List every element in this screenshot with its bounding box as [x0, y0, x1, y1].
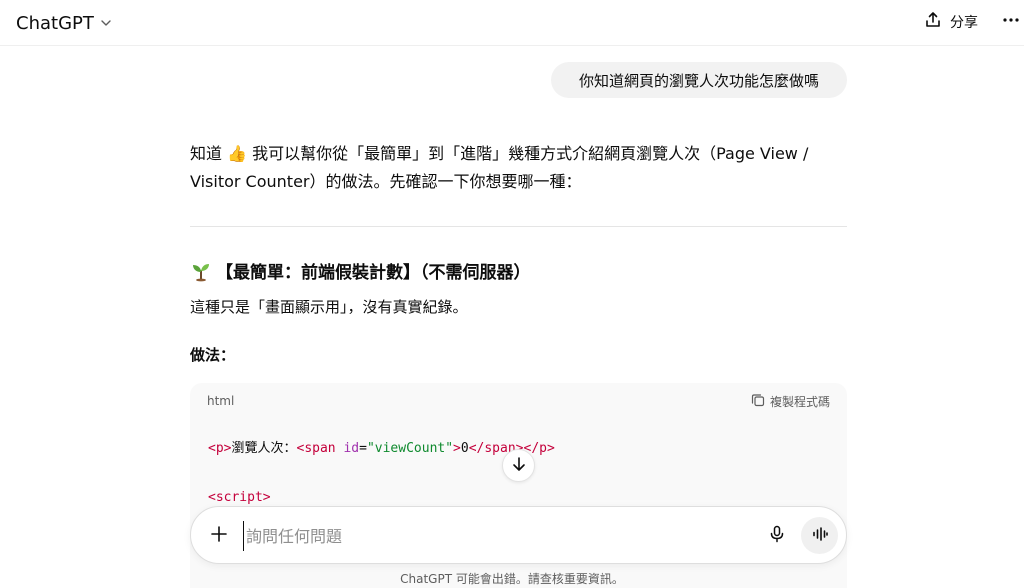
code-token: <p>	[208, 441, 232, 456]
voice-mode-button[interactable]	[801, 517, 838, 554]
code-token: id	[343, 441, 360, 456]
dictate-button[interactable]	[763, 522, 791, 550]
more-horizontal-icon	[1002, 11, 1020, 33]
microphone-icon	[768, 525, 786, 547]
method-label: 做法：	[190, 346, 236, 364]
assistant-intro: 知道 👍 我可以幫你從「最簡單」到「進階」幾種方式介紹網頁瀏覽人次（Page V…	[190, 144, 809, 191]
code-token: >	[453, 441, 461, 456]
scroll-to-bottom-button[interactable]	[502, 449, 535, 482]
code-token: =	[359, 441, 367, 456]
code-block-header: html 複製程式碼	[190, 383, 847, 419]
plus-icon	[210, 525, 228, 547]
section-title-text: 【最簡單：前端假裝計數】（不需伺服器）	[216, 263, 531, 283]
code-token: "viewCount"	[366, 441, 454, 456]
section-heading: 【最簡單：前端假裝計數】（不需伺服器）	[190, 258, 850, 283]
copy-icon	[751, 393, 765, 410]
share-button[interactable]: 分享	[916, 8, 986, 36]
composer	[190, 506, 847, 564]
code-token: <span	[296, 441, 344, 456]
user-message-bubble: 你知道網頁的瀏覽人次功能怎麼做嗎	[551, 62, 847, 98]
more-options-button[interactable]	[998, 8, 1024, 36]
add-attachment-button[interactable]	[205, 522, 233, 550]
copy-code-label: 複製程式碼	[769, 394, 830, 409]
waveform-icon	[811, 525, 829, 547]
code-line-2: <script>	[208, 490, 271, 505]
divider	[190, 226, 847, 227]
model-switcher[interactable]: ChatGPT	[10, 8, 118, 38]
share-label: 分享	[950, 15, 978, 31]
top-bar: ChatGPT 分享	[0, 0, 1024, 46]
share-icon	[924, 11, 942, 33]
prompt-input[interactable]	[243, 521, 743, 551]
disclaimer: ChatGPT 可能會出錯。請查核重要資訊。	[400, 572, 624, 586]
arrow-down-icon	[511, 456, 527, 476]
seedling-icon	[190, 260, 212, 282]
model-title: ChatGPT	[16, 12, 94, 34]
code-token: 瀏覽人次：	[231, 441, 297, 456]
code-token: 0	[460, 441, 469, 456]
user-message-text: 你知道網頁的瀏覽人次功能怎麼做嗎	[578, 71, 819, 90]
copy-code-button[interactable]: 複製程式碼	[751, 393, 830, 410]
code-language-label: html	[207, 394, 235, 408]
assistant-message: 知道 👍 我可以幫你從「最簡單」到「進階」幾種方式介紹網頁瀏覽人次（Page V…	[190, 140, 850, 196]
section-description: 這種只是「畫面顯示用」，沒有真實紀錄。	[190, 298, 468, 316]
chevron-down-icon	[100, 14, 112, 33]
